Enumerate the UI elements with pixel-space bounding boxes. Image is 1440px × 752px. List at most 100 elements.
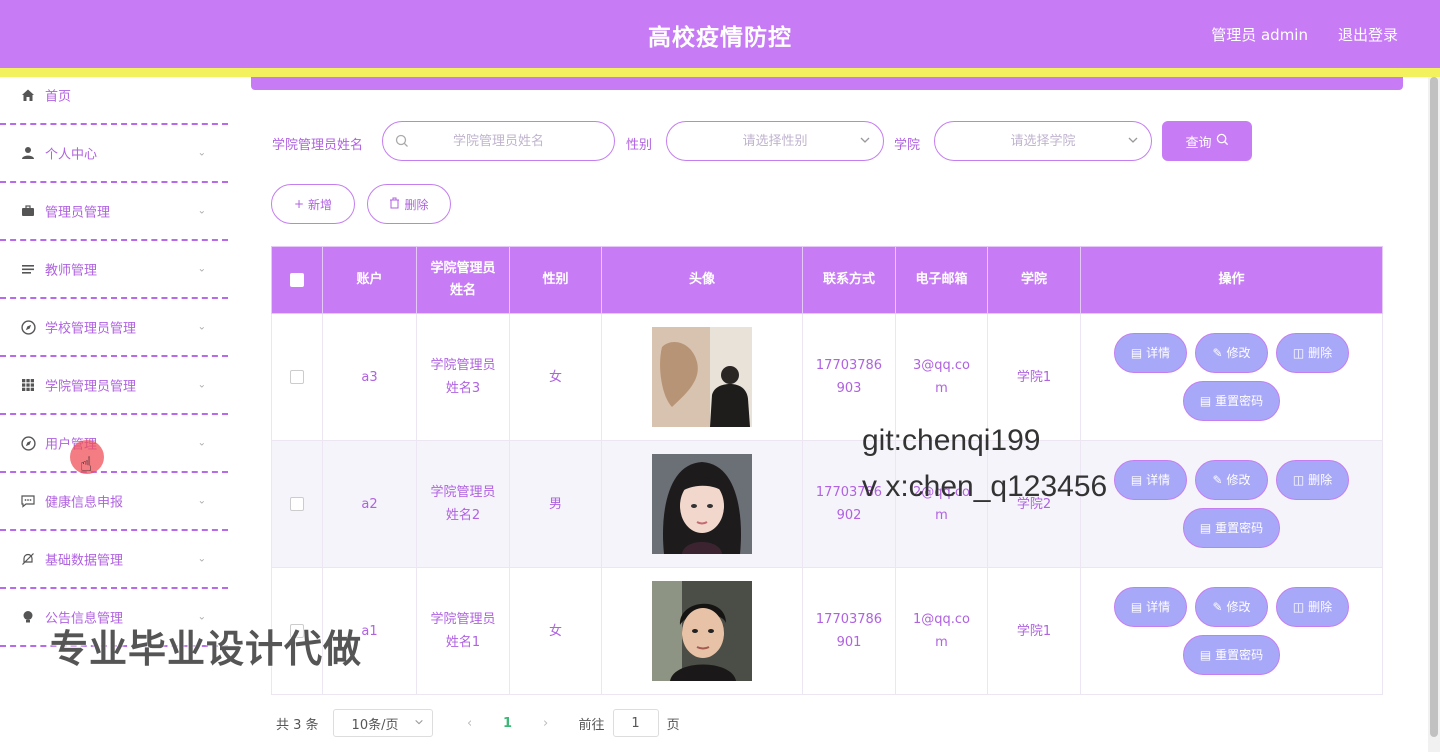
- sidebar-item-label: 个人中心: [45, 147, 98, 163]
- logout-link[interactable]: 退出登录: [1338, 24, 1398, 45]
- delete-button[interactable]: ◫ 删除: [1276, 333, 1349, 373]
- top-header: 高校疫情防控 管理员 admin 退出登录: [0, 0, 1440, 68]
- sidebar-item-basic-data[interactable]: 基础数据管理 ⌄: [0, 531, 228, 589]
- college-select-input[interactable]: [935, 122, 1151, 160]
- search-icon: [1216, 133, 1229, 150]
- row-select-cell[interactable]: [271, 440, 323, 568]
- add-button[interactable]: + 新增: [271, 184, 355, 224]
- actions-cell: ▤ 详情 ✎ 修改 ◫ 删除 ▤ 重置密码: [1080, 567, 1383, 695]
- total-count: 共 3 条: [276, 717, 319, 733]
- detail-label: 详情: [1146, 599, 1171, 614]
- select-all-checkbox[interactable]: [290, 272, 304, 287]
- gender-label: 性别: [626, 138, 653, 153]
- delete-button-label: 删除: [404, 197, 429, 212]
- edit-button[interactable]: ✎ 修改: [1195, 333, 1268, 373]
- column-header: 性别: [509, 246, 602, 314]
- page-size-select[interactable]: 10条/页: [332, 709, 433, 737]
- detail-button[interactable]: ▤ 详情: [1114, 460, 1187, 500]
- chevron-down-icon: ⌄: [197, 495, 206, 507]
- pencil-icon: ✎: [1212, 472, 1223, 487]
- sidebar-item-school-admin[interactable]: 学校管理员管理 ⌄: [0, 299, 228, 357]
- delete-button[interactable]: ◫ 删除: [1276, 460, 1349, 500]
- chevron-down-icon: ⌄: [197, 553, 206, 565]
- sidebar-item-health[interactable]: 健康信息申报 ⌄: [0, 473, 228, 531]
- next-page-button[interactable]: ›: [531, 716, 561, 731]
- name-cell: 学院管理员姓名3: [416, 313, 510, 441]
- gender-select-input[interactable]: [667, 122, 883, 160]
- college-cell: 学院2: [987, 440, 1081, 568]
- delete-button[interactable]: ◫ 删除: [1276, 587, 1349, 627]
- hand-cursor-icon: ☝: [80, 452, 93, 476]
- sidebar-item-label: 首页: [45, 89, 72, 105]
- email-text: 1@qq.com: [912, 612, 970, 650]
- column-header: 学院管理员姓名: [416, 246, 510, 314]
- sidebar-item-home[interactable]: 首页: [0, 67, 228, 125]
- college-cell: 学院1: [987, 313, 1081, 441]
- name-search-label: 学院管理员姓名: [272, 138, 364, 153]
- bell-off-icon: [19, 550, 37, 568]
- sidebar-item-admin[interactable]: 管理员管理 ⌄: [0, 183, 228, 241]
- name-text: 学院管理员姓名3: [430, 358, 496, 396]
- sidebar-item-teacher[interactable]: 教师管理 ⌄: [0, 241, 228, 299]
- edit-button[interactable]: ✎ 修改: [1195, 587, 1268, 627]
- column-header: 学院: [987, 246, 1081, 314]
- row-checkbox[interactable]: [290, 497, 304, 511]
- vertical-scrollbar[interactable]: [1428, 77, 1440, 752]
- college-label: 学院: [894, 138, 921, 153]
- scrollbar-thumb[interactable]: [1430, 77, 1438, 737]
- goto-page-value: 1: [631, 715, 640, 731]
- email-cell: 2@qq.com: [895, 440, 988, 568]
- gender-select[interactable]: [666, 121, 884, 161]
- sidebar-item-college-admin[interactable]: 学院管理员管理 ⌄: [0, 357, 228, 415]
- chevron-down-icon: [414, 716, 424, 731]
- reset-password-button[interactable]: ▤ 重置密码: [1183, 635, 1280, 675]
- column-header: 联系方式: [802, 246, 896, 314]
- email-cell: 1@qq.com: [895, 567, 988, 695]
- home-icon: [19, 86, 37, 104]
- briefcase-icon: [19, 202, 37, 220]
- avatar-image: [652, 454, 752, 554]
- name-search-field[interactable]: [382, 121, 615, 161]
- column-header: 电子邮箱: [895, 246, 988, 314]
- reset-password-button[interactable]: ▤ 重置密码: [1183, 508, 1280, 548]
- sidebar-item-user[interactable]: 用户管理 ⌄: [0, 415, 228, 473]
- select-all-cell[interactable]: [271, 246, 323, 314]
- phone-cell: 17703786901: [802, 567, 896, 695]
- table-header-row: 账户 学院管理员姓名 性别 头像 联系方式 电子邮箱 学院 操作: [271, 246, 1383, 314]
- goto-label: 前往: [578, 717, 605, 733]
- phone-text: 17703786903: [815, 358, 883, 396]
- sidebar-item-label: 学校管理员管理: [45, 321, 137, 337]
- admin-table: 账户 学院管理员姓名 性别 头像 联系方式 电子邮箱 学院 操作 a3 学院管理…: [271, 246, 1383, 695]
- name-text: 学院管理员姓名1: [430, 612, 496, 650]
- sidebar-item-label: 学院管理员管理: [45, 379, 137, 395]
- edit-button[interactable]: ✎ 修改: [1195, 460, 1268, 500]
- phone-cell: 17703786902: [802, 440, 896, 568]
- avatar-cell: [601, 313, 803, 441]
- trash-icon: ◫: [1292, 599, 1305, 614]
- edit-label: 修改: [1226, 472, 1251, 487]
- current-user: 管理员 admin: [1211, 26, 1308, 44]
- name-search-input[interactable]: [383, 122, 614, 160]
- current-page[interactable]: 1: [493, 716, 523, 731]
- detail-label: 详情: [1146, 472, 1171, 487]
- college-select[interactable]: [934, 121, 1152, 161]
- goto-page-input[interactable]: 1: [612, 709, 659, 737]
- batch-delete-button[interactable]: 删除: [367, 184, 451, 224]
- account-cell: a2: [322, 440, 417, 568]
- actions-cell: ▤ 详情 ✎ 修改 ◫ 删除 ▤ 重置密码: [1080, 313, 1383, 441]
- row-select-cell[interactable]: [271, 313, 323, 441]
- detail-button[interactable]: ▤ 详情: [1114, 333, 1187, 373]
- prev-page-button[interactable]: ‹: [455, 716, 485, 731]
- sidebar-item-profile[interactable]: 个人中心 ⌄: [0, 125, 228, 183]
- table-row: a3 学院管理员姓名3 女 17703786903 3@qq.com 学院1 ▤…: [271, 313, 1383, 441]
- document-icon: ▤: [1199, 520, 1212, 535]
- reset-label: 重置密码: [1215, 393, 1264, 408]
- grid-icon: [19, 376, 37, 394]
- list-icon: [19, 260, 37, 278]
- reset-password-button[interactable]: ▤ 重置密码: [1183, 381, 1280, 421]
- main-content: 学院管理员姓名 性别 学院 查询 + 新增 删除 账户 学院管理员姓名: [228, 77, 1440, 752]
- sidebar-item-label: 教师管理: [45, 263, 98, 279]
- detail-button[interactable]: ▤ 详情: [1114, 587, 1187, 627]
- row-checkbox[interactable]: [290, 370, 304, 384]
- query-button[interactable]: 查询: [1162, 121, 1252, 161]
